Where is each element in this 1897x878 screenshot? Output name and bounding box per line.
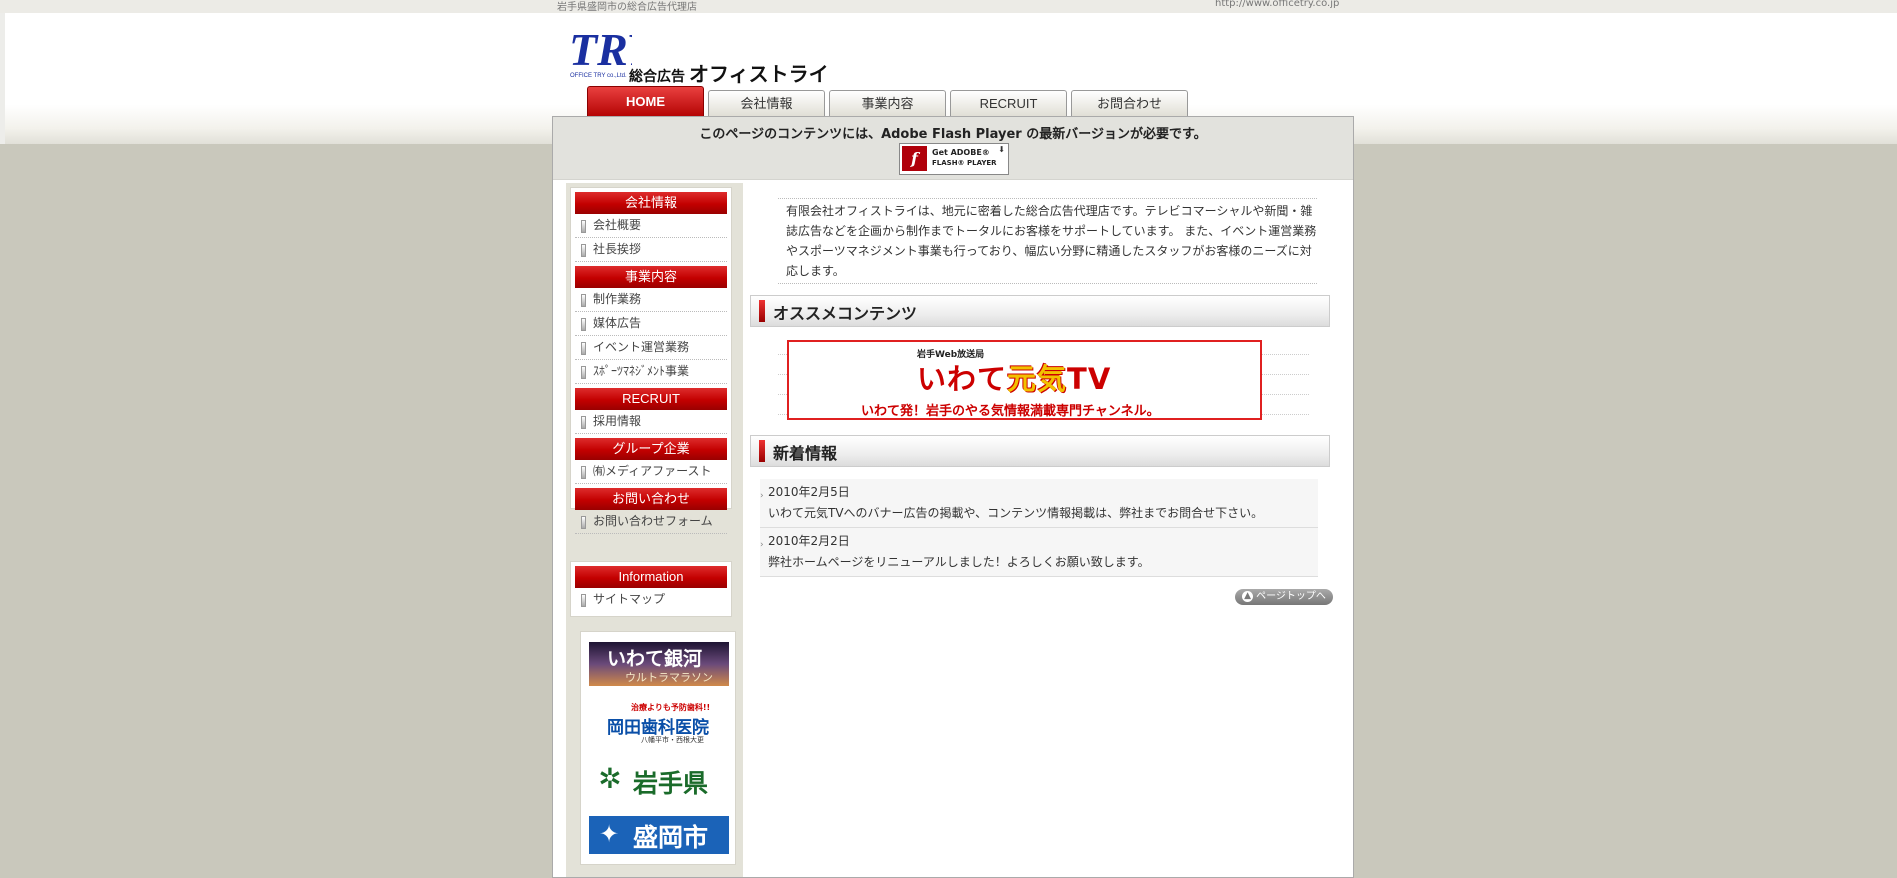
- company-logo-icon[interactable]: TRY OFFICE TRY co.,Ltd.: [568, 25, 632, 79]
- news-text: いわて元気TVへのバナー広告の掲載や、コンテンツ情報掲載は、弊社までお問合せ下さ…: [768, 506, 1264, 520]
- logo-text[interactable]: 総合広告 オフィストライ: [629, 58, 829, 87]
- flash-notice: このページのコンテンツには、Adobe Flash Player の最新バージョ…: [553, 117, 1353, 180]
- tab-business[interactable]: 事業内容: [829, 90, 946, 118]
- main-nav-tabs: HOME 会社情報 事業内容 RECRUIT お問合わせ: [587, 86, 1352, 118]
- banner-iwate-genki-tv[interactable]: 岩手Web放送局 いわて元気TV いわて発！岩手のやる気情報満載専門チャンネル。: [787, 340, 1262, 420]
- iwate-emblem-icon: ✲: [598, 762, 622, 795]
- sidebar-heading-recruit: RECRUIT: [575, 388, 727, 410]
- banner4-name: 盛岡市: [633, 823, 709, 852]
- site-url: http://www.officetry.co.jp: [1215, 0, 1340, 9]
- page-top-button[interactable]: ▲ ページトップへ: [1235, 589, 1333, 605]
- tv-banner-main-c: TV: [1067, 362, 1112, 396]
- tab-recruit[interactable]: RECRUIT: [950, 90, 1067, 118]
- banner1-title: いわて銀河: [607, 648, 703, 670]
- top-bar: 岩手県盛岡市の総合広告代理店 http://www.officetry.co.j…: [0, 0, 1897, 14]
- sidebar-banners: いわて銀河 ウルトラマラソン 治療よりも予防歯科!! 岡田歯科医院 八幡平市・西…: [580, 631, 736, 865]
- tv-banner-main: いわて元気TV: [917, 356, 1111, 398]
- sidebar-item-sitemap[interactable]: サイトマップ: [575, 588, 727, 611]
- banner2-tagline: 治療よりも予防歯科!!: [631, 703, 711, 712]
- section-heading-recommend: オススメコンテンツ: [750, 295, 1330, 327]
- tv-banner-sub: いわて発！岩手のやる気情報満載専門チャンネル。: [861, 404, 1160, 419]
- tab-home[interactable]: HOME: [587, 86, 704, 118]
- banner2-address: 八幡平市・西根大更: [641, 736, 704, 744]
- banner-okada-dental[interactable]: 治療よりも予防歯科!! 岡田歯科医院 八幡平市・西根大更: [589, 700, 729, 744]
- sidebar-information: Information サイトマップ: [570, 561, 732, 617]
- list-item: 2010年2月5日 いわて元気TVへのバナー広告の掲載や、コンテンツ情報掲載は、…: [760, 479, 1318, 528]
- sidebar-item-media-first[interactable]: ㈲メディアファースト: [575, 460, 727, 484]
- tab-company[interactable]: 会社情報: [708, 90, 825, 118]
- banner-iwate-ginga-marathon[interactable]: いわて銀河 ウルトラマラソン: [589, 642, 729, 686]
- tab-contact[interactable]: お問合わせ: [1071, 90, 1188, 118]
- flash-message: このページのコンテンツには、Adobe Flash Player の最新バージョ…: [699, 127, 1207, 142]
- banner-iwate-prefecture[interactable]: ✲ 岩手県: [589, 758, 729, 802]
- tv-banner-main-a: いわて: [917, 362, 1008, 396]
- flash-badge-line2: FLASH® PLAYER: [932, 159, 997, 167]
- logo-mark-subtext: OFFICE TRY co.,Ltd.: [570, 73, 627, 79]
- sidebar-item-company-overview[interactable]: 会社概要: [575, 214, 727, 238]
- section-heading-news: 新着情報: [750, 435, 1330, 467]
- sidebar-item-sports-mgmt[interactable]: ｽﾎﾟｰﾂﾏﾈｼﾞﾒﾝﾄ事業: [575, 360, 727, 384]
- logo-label-small: 総合広告: [629, 68, 685, 84]
- sidebar-heading-group: グループ企業: [575, 438, 727, 460]
- arrow-up-icon: ▲: [1242, 590, 1254, 602]
- left-edge: [0, 13, 5, 144]
- download-arrow-icon: ⬇: [998, 145, 1005, 154]
- sidebar-heading-business: 事業内容: [575, 266, 727, 288]
- sidebar-item-event-ops[interactable]: イベント運営業務: [575, 336, 727, 360]
- sidebar-heading-company: 会社情報: [575, 192, 727, 214]
- news-heading-text: 新着情報: [773, 444, 838, 463]
- sidebar-item-recruit-info[interactable]: 採用情報: [575, 410, 727, 434]
- banner-morioka-city[interactable]: ✦ 盛岡市: [589, 816, 729, 854]
- logo-mark-text: TRY: [569, 25, 632, 75]
- content-container: このページのコンテンツには、Adobe Flash Player の最新バージョ…: [552, 116, 1354, 878]
- sidebar-heading-information: Information: [575, 566, 727, 588]
- list-item: 2010年2月2日 弊社ホームページをリニューアルしました！よろしくお願い致しま…: [760, 528, 1318, 577]
- sidebar-item-president-greeting[interactable]: 社長挨拶: [575, 238, 727, 262]
- recommend-heading-text: オススメコンテンツ: [773, 304, 918, 323]
- logo-label-big: オフィストライ: [689, 64, 829, 86]
- tv-banner-main-b: 元気: [1007, 362, 1068, 396]
- news-list: 2010年2月5日 いわて元気TVへのバナー広告の掲載や、コンテンツ情報掲載は、…: [760, 479, 1318, 577]
- banner1-subtitle: ウルトラマラソン: [625, 671, 713, 684]
- morioka-emblem-icon: ✦: [598, 820, 620, 848]
- sidebar-menu: 会社情報 会社概要 社長挨拶 事業内容 制作業務 媒体広告 イベント運営業務 ｽ…: [570, 187, 732, 534]
- sidebar: 会社情報 会社概要 社長挨拶 事業内容 制作業務 媒体広告 イベント運営業務 ｽ…: [566, 183, 743, 877]
- news-date: 2010年2月2日: [768, 534, 850, 548]
- news-date: 2010年2月5日: [768, 485, 850, 499]
- sidebar-heading-contact: お問い合わせ: [575, 488, 727, 510]
- get-flash-player-button[interactable]: f Get ADOBE® FLASH® PLAYER ⬇: [899, 143, 1009, 175]
- banner3-name: 岩手県: [633, 769, 709, 798]
- sidebar-item-media-ads[interactable]: 媒体広告: [575, 312, 727, 336]
- news-text: 弊社ホームページをリニューアルしました！よろしくお願い致します。: [768, 555, 1150, 569]
- flash-badge-line1: Get ADOBE®: [932, 148, 990, 157]
- intro-text: 有限会社オフィストライは、地元に密着した総合広告代理店です。テレビコマーシャルや…: [778, 198, 1317, 284]
- heading-bar-icon: [759, 300, 765, 322]
- page-top-label: ページトップへ: [1256, 591, 1326, 602]
- heading-bar-icon: [759, 440, 765, 462]
- flash-icon: f: [902, 146, 927, 171]
- site-tagline: 岩手県盛岡市の総合広告代理店: [557, 2, 697, 13]
- sidebar-item-production[interactable]: 制作業務: [575, 288, 727, 312]
- sidebar-item-contact-form[interactable]: お問い合わせフォーム: [575, 510, 727, 534]
